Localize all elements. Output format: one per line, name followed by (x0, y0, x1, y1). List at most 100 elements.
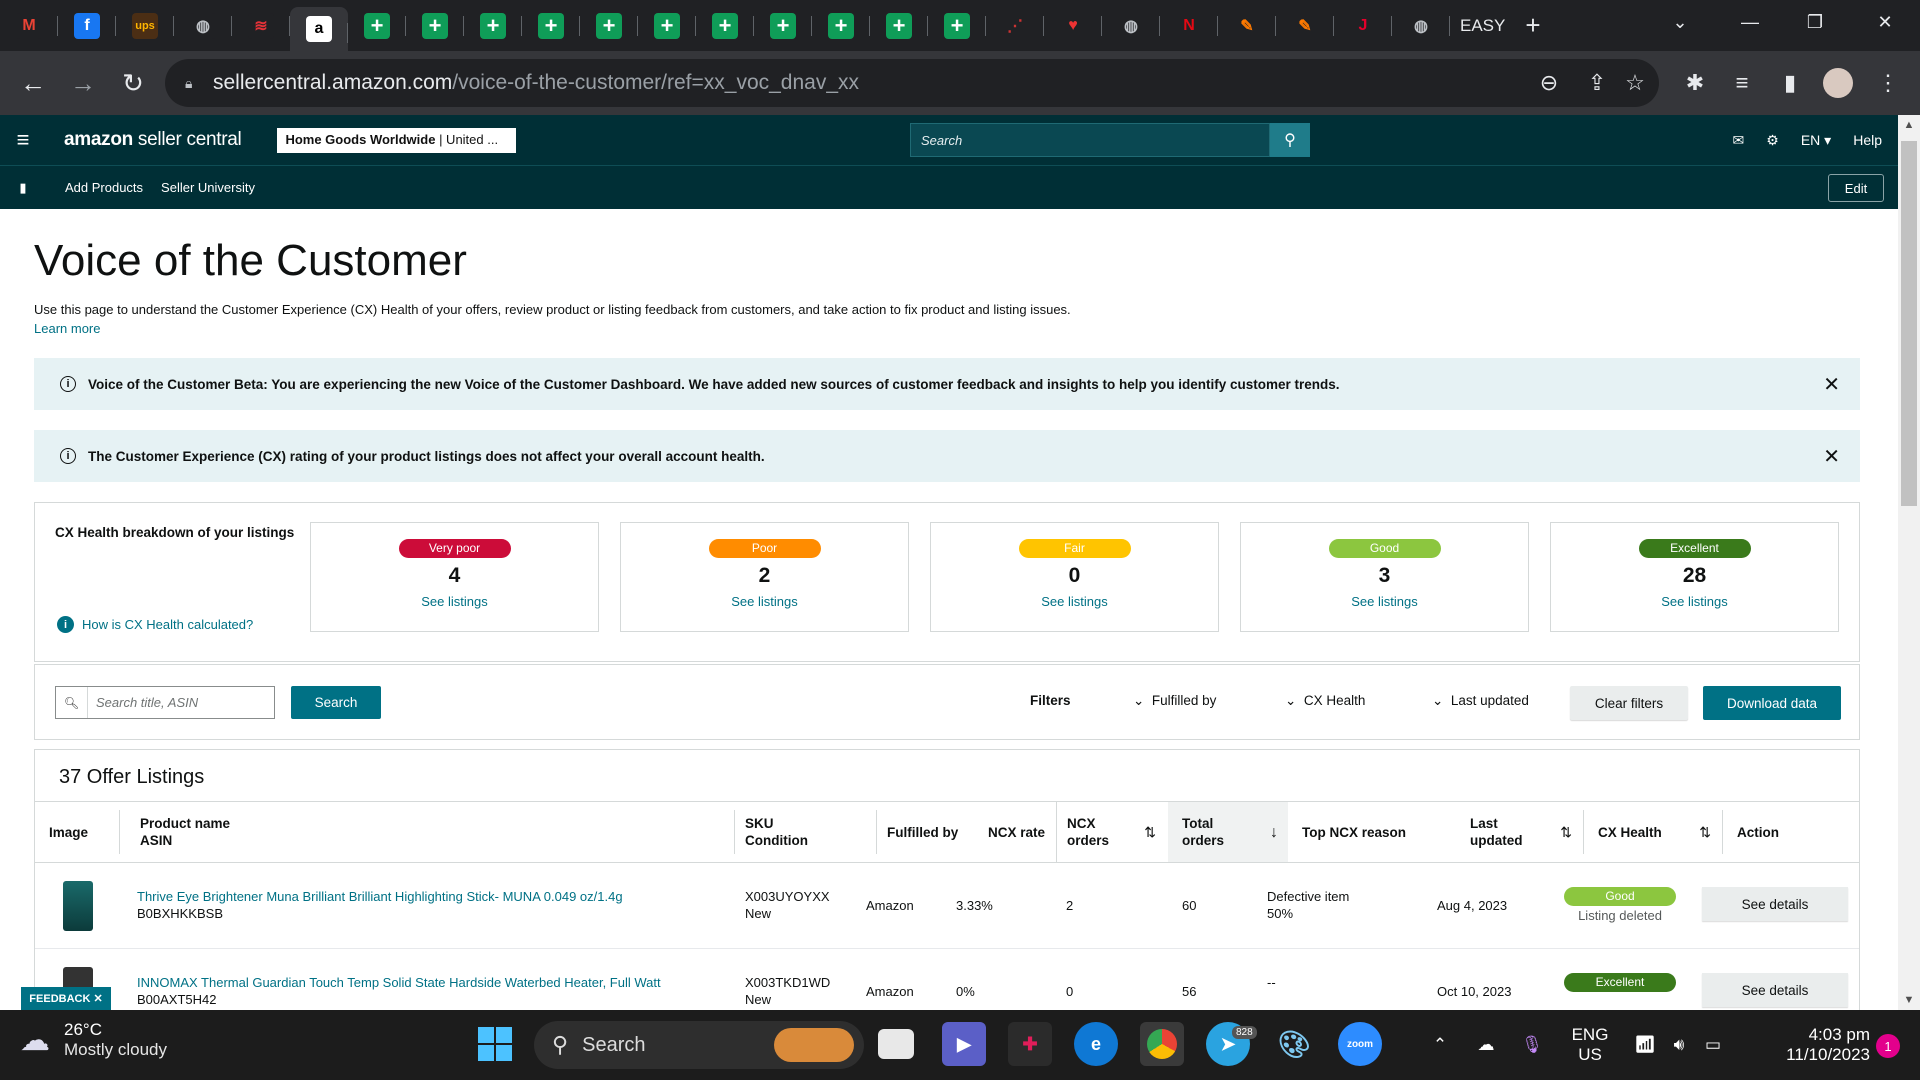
browser-tab[interactable]: f (58, 0, 116, 51)
scroll-up-arrow[interactable]: ▲ (1898, 115, 1920, 135)
restore-button[interactable]: ❐ (1785, 0, 1845, 44)
language-indicator[interactable]: ENG US (1560, 1010, 1620, 1080)
col-sku[interactable]: SKU Condition (745, 802, 877, 862)
browser-tab[interactable] (754, 0, 812, 51)
zoom-icon[interactable]: ⊖ (1529, 59, 1569, 107)
feedback-button[interactable]: FEEDBACK ✕ (21, 987, 111, 1010)
sort-down-arrow-icon[interactable]: ↓ (1270, 824, 1278, 841)
language-selector[interactable]: EN ▾ (1801, 132, 1831, 149)
address-bar[interactable]: 🔒︎ sellercentral.amazon.com/voice-of-the… (165, 59, 1659, 107)
scroll-down-arrow[interactable]: ▼ (1898, 990, 1920, 1010)
edit-button[interactable]: Edit (1828, 174, 1884, 202)
browser-tab[interactable]: N (1160, 0, 1218, 51)
seller-central-logo[interactable]: amazon seller central (64, 129, 242, 151)
side-panel-icon[interactable]: ▮ (1768, 59, 1812, 107)
see-details-button[interactable]: See details (1702, 887, 1848, 921)
col-ncx-orders[interactable]: NCX orders ⇅ (1056, 802, 1168, 862)
clock[interactable]: 4:03 pm 11/10/2023 (1740, 1010, 1870, 1080)
sort-icon[interactable]: ⇅ (1144, 824, 1156, 841)
product-name-link[interactable]: INNOMAX Thermal Guardian Touch Temp Soli… (137, 974, 661, 991)
chrome-menu-icon[interactable]: ⋮ (1866, 59, 1910, 107)
taskbar-search[interactable]: ⚲ Search (534, 1021, 864, 1069)
browser-tab[interactable] (870, 0, 928, 51)
see-listings-link[interactable]: See listings (1551, 594, 1838, 609)
browser-tab[interactable]: M (0, 0, 58, 51)
see-listings-link[interactable]: See listings (311, 594, 598, 609)
sort-icon[interactable]: ⇅ (1699, 824, 1711, 841)
col-ncx-rate[interactable]: NCX rate (988, 802, 1066, 862)
add-products-link[interactable]: Add Products (65, 180, 143, 195)
col-fulfilled[interactable]: Fulfilled by (887, 802, 977, 862)
browser-tab[interactable] (928, 0, 986, 51)
media-control-icon[interactable]: ≡ (1720, 59, 1764, 107)
search-icon[interactable]: ⚲ (1270, 123, 1310, 157)
col-total-orders[interactable]: Total orders ↓ (1168, 802, 1288, 862)
sort-icon[interactable]: ⇅ (1560, 824, 1572, 841)
browser-tab[interactable]: J (1334, 0, 1392, 51)
file-explorer-icon[interactable] (878, 1029, 914, 1059)
see-listings-link[interactable]: See listings (931, 594, 1218, 609)
reload-button[interactable]: ↻ (108, 58, 158, 108)
browser-tab[interactable]: ♥ (1044, 0, 1102, 51)
browser-tab[interactable]: ⋰ (986, 0, 1044, 51)
microphone-icon[interactable]: 🎙︎ (1512, 1010, 1552, 1080)
close-window-button[interactable]: ✕ (1855, 0, 1915, 44)
gear-icon[interactable]: ⚙ (1766, 132, 1779, 149)
seller-university-link[interactable]: Seller University (161, 180, 255, 195)
fulfilled-by-filter[interactable]: ⌄ Fulfilled by (1133, 693, 1216, 709)
browser-tab[interactable] (522, 0, 580, 51)
bookmark-star-icon[interactable]: ☆ (1615, 59, 1655, 107)
browser-tab[interactable] (812, 0, 870, 51)
minimize-button[interactable]: — (1720, 0, 1780, 44)
wifi-icon[interactable]: 📶︎ (1630, 1010, 1660, 1080)
notification-badge[interactable]: 1 (1876, 1034, 1900, 1058)
browser-tab[interactable] (638, 0, 696, 51)
scrollbar-thumb[interactable] (1901, 141, 1917, 506)
col-cx-health[interactable]: CX Health ⇅ (1584, 802, 1723, 862)
edge-icon[interactable]: e (1074, 1022, 1118, 1066)
slack-icon[interactable]: ✚ (1008, 1022, 1052, 1066)
browser-tab[interactable]: ✎ (1218, 0, 1276, 51)
browser-tab[interactable]: ◍ (1392, 0, 1450, 51)
new-tab-button[interactable]: + (1515, 0, 1550, 51)
battery-icon[interactable]: ▭ (1698, 1010, 1728, 1080)
see-details-button[interactable]: See details (1702, 973, 1848, 1007)
product-name-link[interactable]: Thrive Eye Brightener Muna Brilliant Bri… (137, 888, 623, 905)
paint-icon[interactable]: 🎨︎ (1272, 1022, 1316, 1066)
speaker-icon[interactable]: 🔊︎ (1664, 1010, 1694, 1080)
browser-tab[interactable] (348, 0, 406, 51)
zoom-app-icon[interactable]: zoom (1338, 1022, 1382, 1066)
browser-tab[interactable] (464, 0, 522, 51)
browser-tab[interactable]: ups (116, 0, 174, 51)
cx-how-link[interactable]: i How is CX Health calculated? (57, 616, 253, 633)
browser-tab-easy[interactable]: EASY (1450, 0, 1515, 51)
browser-tab[interactable]: ◍ (1102, 0, 1160, 51)
onedrive-icon[interactable]: ☁ (1466, 1010, 1506, 1080)
mail-icon[interactable]: ✉ (1733, 132, 1745, 149)
tab-search-chevron-icon[interactable]: ⌄ (1650, 0, 1710, 44)
last-updated-filter[interactable]: ⌄ Last updated (1432, 693, 1529, 709)
see-listings-link[interactable]: See listings (1241, 594, 1528, 609)
close-icon[interactable]: ✕ (1823, 372, 1840, 397)
browser-tab[interactable]: ≋ (232, 0, 290, 51)
global-search-input[interactable] (910, 123, 1270, 157)
listing-search-input[interactable] (88, 695, 274, 710)
close-icon[interactable]: ✕ (1823, 444, 1840, 469)
teams-icon[interactable]: ▶ (942, 1022, 986, 1066)
col-top-reason[interactable]: Top NCX reason (1288, 802, 1458, 862)
col-product[interactable]: Product name ASIN (119, 810, 735, 854)
help-link[interactable]: Help (1853, 132, 1882, 148)
browser-tab[interactable] (406, 0, 464, 51)
cx-health-filter[interactable]: ⌄ CX Health (1285, 693, 1365, 709)
share-icon[interactable]: ⇪ (1577, 59, 1617, 107)
hamburger-menu-icon[interactable]: ≡ (0, 127, 46, 153)
browser-tab[interactable] (580, 0, 638, 51)
search-button[interactable]: Search (291, 686, 381, 719)
windows-start-icon[interactable] (478, 1027, 512, 1061)
browser-tab[interactable]: ✎ (1276, 0, 1334, 51)
page-scrollbar[interactable]: ▲ ▼ (1898, 115, 1920, 1010)
store-selector[interactable]: Home Goods Worldwide | United ... (277, 127, 517, 153)
clear-filters-button[interactable]: Clear filters (1570, 686, 1688, 720)
profile-avatar[interactable] (1816, 59, 1860, 107)
back-button[interactable]: ← (8, 58, 58, 108)
